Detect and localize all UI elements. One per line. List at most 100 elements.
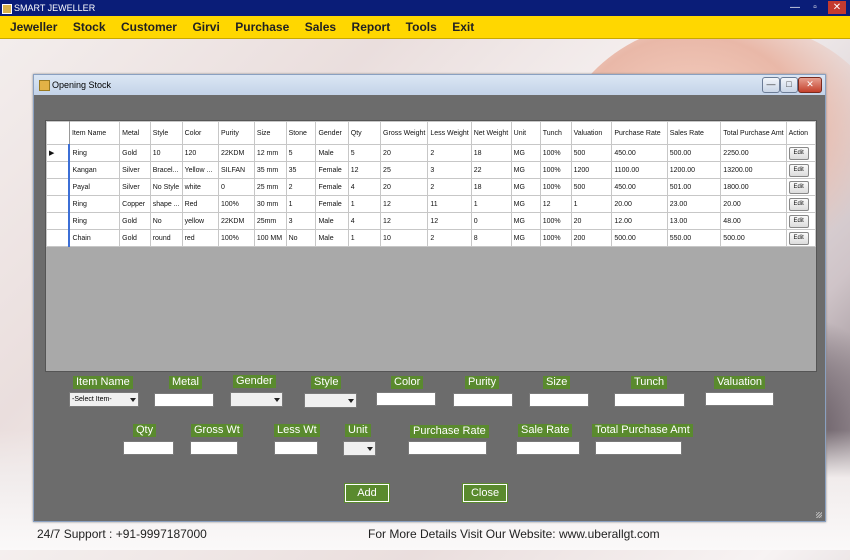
column-header[interactable]: Style: [149, 121, 183, 145]
table-cell[interactable]: 0: [470, 212, 512, 230]
color-input[interactable]: [376, 392, 436, 406]
table-row[interactable]: Kangan Silver Bracel... Yellow ... SILFAN 35 …: [46, 161, 816, 179]
table-cell[interactable]: 1: [285, 195, 317, 213]
edit-button[interactable]: Edit: [788, 163, 809, 177]
menu-stock[interactable]: Stock: [73, 16, 106, 38]
table-cell[interactable]: MG: [510, 195, 541, 213]
menu-report[interactable]: Report: [352, 16, 391, 38]
table-cell[interactable]: 12: [347, 161, 382, 179]
table-cell[interactable]: No: [149, 212, 183, 230]
table-cell[interactable]: 1800.00: [720, 178, 787, 196]
app-maximize-button[interactable]: ▫: [806, 1, 824, 14]
table-cell[interactable]: Yellow ...: [181, 161, 219, 179]
column-header[interactable]: Purity: [217, 121, 255, 145]
table-cell[interactable]: 35: [285, 161, 317, 179]
table-cell[interactable]: Chain: [68, 229, 121, 247]
column-header[interactable]: Unit: [510, 121, 541, 145]
table-cell[interactable]: Female: [315, 178, 349, 196]
table-cell[interactable]: 500.00: [611, 229, 668, 247]
table-cell[interactable]: 1: [470, 195, 512, 213]
table-cell[interactable]: Gold: [119, 144, 151, 162]
table-cell[interactable]: 12: [539, 195, 572, 213]
unit-select[interactable]: [343, 441, 376, 456]
column-header[interactable]: Less Weight: [427, 121, 472, 145]
table-cell[interactable]: 501.00: [666, 178, 722, 196]
table-row[interactable]: Payal Silver No Style white 0 25 mm 2 Female 4 20…: [46, 178, 816, 196]
table-cell[interactable]: 48.00: [720, 212, 787, 230]
table-cell[interactable]: yellow: [181, 212, 219, 230]
table-cell[interactable]: Red: [181, 195, 219, 213]
table-cell[interactable]: 500: [570, 178, 613, 196]
close-button[interactable]: Close: [462, 483, 508, 503]
table-cell[interactable]: 2: [427, 229, 472, 247]
table-cell[interactable]: 500.00: [666, 144, 722, 162]
action-cell[interactable]: Edit: [785, 195, 816, 213]
column-header[interactable]: Gender: [315, 121, 349, 145]
action-cell[interactable]: Edit: [785, 178, 816, 196]
table-cell[interactable]: 2: [427, 178, 472, 196]
table-cell[interactable]: MG: [510, 161, 541, 179]
column-header[interactable]: Size: [253, 121, 287, 145]
qty-input[interactable]: [123, 441, 174, 455]
table-cell[interactable]: 22KDM: [217, 144, 255, 162]
column-header[interactable]: Qty: [347, 121, 382, 145]
sale-rate-input[interactable]: [516, 441, 580, 455]
table-cell[interactable]: 100 MM: [253, 229, 287, 247]
purchase-rate-input[interactable]: [408, 441, 487, 455]
column-header[interactable]: Metal: [119, 121, 151, 145]
table-cell[interactable]: 12 mm: [253, 144, 287, 162]
table-cell[interactable]: 25: [380, 161, 429, 179]
purity-input[interactable]: [453, 393, 513, 407]
row-header[interactable]: [46, 212, 70, 230]
table-cell[interactable]: No Style: [149, 178, 183, 196]
menu-exit[interactable]: Exit: [452, 16, 474, 38]
table-cell[interactable]: Ring: [68, 195, 121, 213]
valuation-input[interactable]: [705, 392, 774, 406]
table-cell[interactable]: 200: [570, 229, 613, 247]
table-cell[interactable]: Gold: [119, 229, 151, 247]
table-cell[interactable]: 100%: [217, 195, 255, 213]
table-cell[interactable]: MG: [510, 178, 541, 196]
table-cell[interactable]: Silver: [119, 178, 151, 196]
table-cell[interactable]: 20.00: [720, 195, 787, 213]
style-select[interactable]: [304, 393, 357, 408]
edit-button[interactable]: Edit: [788, 214, 809, 228]
table-cell[interactable]: white: [181, 178, 219, 196]
table-row[interactable]: Ring Gold No yellow 22KDM 25mm 3 Male 4 12 12 0 MG 10…: [46, 212, 816, 230]
less-wt-input[interactable]: [274, 441, 318, 455]
table-cell[interactable]: 13.00: [666, 212, 722, 230]
table-cell[interactable]: 3: [285, 212, 317, 230]
table-cell[interactable]: Ring: [68, 144, 121, 162]
table-cell[interactable]: 20: [380, 144, 429, 162]
app-close-button[interactable]: ✕: [828, 1, 846, 14]
table-cell[interactable]: 18: [470, 144, 512, 162]
table-cell[interactable]: SILFAN: [217, 161, 255, 179]
column-header[interactable]: Purchase Rate: [611, 121, 668, 145]
table-cell[interactable]: Payal: [68, 178, 121, 196]
item-name-select[interactable]: -Select Item-: [69, 392, 139, 407]
table-cell[interactable]: Copper: [119, 195, 151, 213]
table-cell[interactable]: 20: [570, 212, 613, 230]
table-cell[interactable]: No: [285, 229, 317, 247]
table-cell[interactable]: 1200: [570, 161, 613, 179]
table-cell[interactable]: Female: [315, 195, 349, 213]
table-cell[interactable]: Female: [315, 161, 349, 179]
table-cell[interactable]: MG: [510, 144, 541, 162]
table-row[interactable]: Ring Copper shape ... Red 100% 30 mm 1 Female 1 1…: [46, 195, 816, 213]
table-cell[interactable]: 10: [149, 144, 183, 162]
column-header[interactable]: Net Weight: [470, 121, 512, 145]
table-cell[interactable]: 100%: [539, 161, 572, 179]
menu-purchase[interactable]: Purchase: [235, 16, 289, 38]
table-cell[interactable]: 25 mm: [253, 178, 287, 196]
table-cell[interactable]: Kangan: [68, 161, 121, 179]
table-cell[interactable]: 500.00: [720, 229, 787, 247]
table-cell[interactable]: 8: [470, 229, 512, 247]
table-cell[interactable]: 2: [427, 144, 472, 162]
table-cell[interactable]: 10: [380, 229, 429, 247]
table-cell[interactable]: 100%: [539, 212, 572, 230]
table-cell[interactable]: 1100.00: [611, 161, 668, 179]
menu-tools[interactable]: Tools: [406, 16, 437, 38]
table-row[interactable]: Chain Gold round red 100% 100 MM No Male 1 10 2 8 MG…: [46, 229, 816, 247]
table-cell[interactable]: 1: [570, 195, 613, 213]
table-cell[interactable]: Ring: [68, 212, 121, 230]
